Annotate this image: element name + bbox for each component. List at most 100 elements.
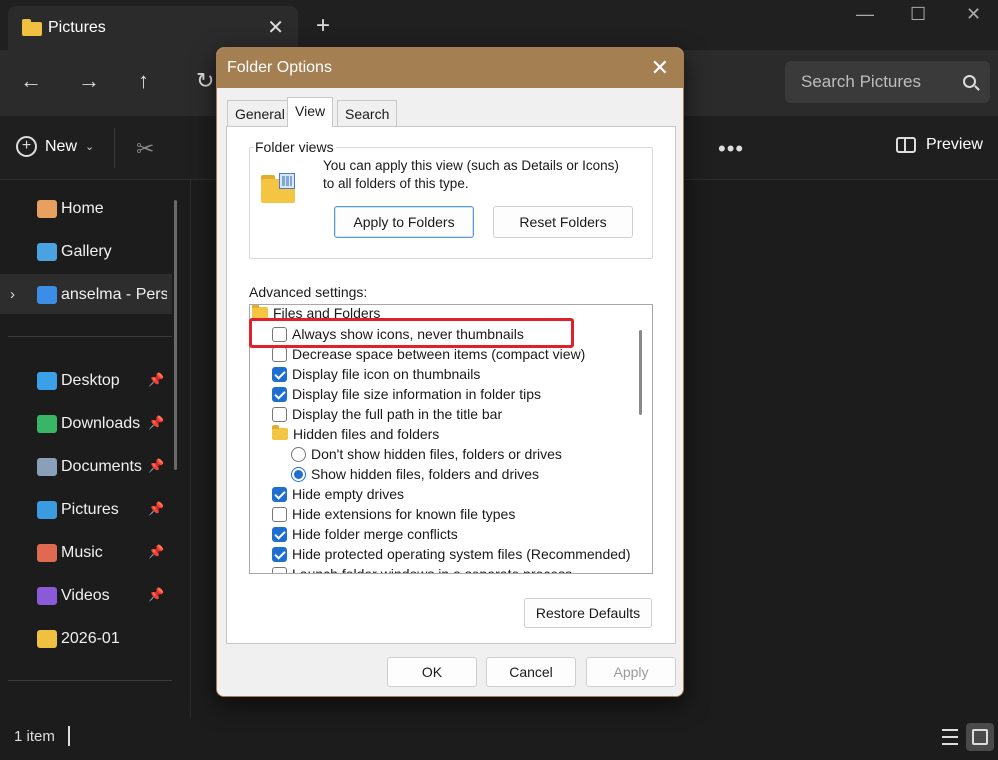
forward-arrow-icon[interactable]: →: [78, 68, 100, 94]
list-item-label: Always show icons, never thumbnails: [292, 326, 524, 342]
sidebar-item-gallery[interactable]: Gallery: [0, 231, 172, 273]
preview-label: Preview: [926, 136, 983, 153]
radio-dont-show-hidden[interactable]: Don't show hidden files, folders or driv…: [291, 444, 562, 464]
sidebar-item-onedrive[interactable]: › anselma - Perso: [0, 274, 172, 314]
folder-options-dialog: Folder Options ✕ General View Search Fol…: [216, 47, 684, 697]
pin-icon: 📌: [148, 587, 165, 602]
checkbox-hide-merge-conflicts[interactable]: Hide folder merge conflicts: [272, 524, 458, 544]
apply-button[interactable]: Apply: [586, 657, 676, 687]
pin-icon: 📌: [148, 372, 165, 387]
sidebar-item-home[interactable]: Home: [0, 188, 172, 230]
home-icon: [37, 200, 57, 218]
checkbox-full-path[interactable]: Display the full path in the title bar: [272, 404, 502, 424]
list-item-label: Don't show hidden files, folders or driv…: [311, 446, 562, 462]
cut-icon[interactable]: ✂: [136, 136, 154, 162]
checkbox-hide-extensions[interactable]: Hide extensions for known file types: [272, 504, 515, 524]
sidebar-item-downloads[interactable]: Downloads 📌: [0, 403, 172, 445]
cancel-button[interactable]: Cancel: [486, 657, 576, 687]
sidebar-item-2026-01[interactable]: 2026-01: [0, 618, 172, 660]
checkbox[interactable]: [272, 486, 287, 502]
apply-to-folders-button[interactable]: Apply to Folders: [334, 206, 474, 238]
sidebar-item-desktop[interactable]: Desktop 📌: [0, 360, 172, 402]
folder-icon: [22, 19, 42, 36]
tab-view[interactable]: View: [287, 97, 334, 127]
checkbox[interactable]: [272, 506, 287, 522]
checkbox[interactable]: [272, 386, 287, 402]
maximize-button[interactable]: ☐: [910, 4, 926, 25]
music-icon: [37, 544, 57, 562]
list-item-label: Display file icon on thumbnails: [292, 366, 481, 382]
checkbox[interactable]: [272, 366, 287, 382]
tab-pictures[interactable]: Pictures ✕: [8, 6, 298, 50]
list-item-label: Hide empty drives: [292, 486, 405, 502]
chevron-down-icon: ⌄: [85, 141, 95, 153]
checkbox[interactable]: [272, 346, 287, 362]
tab-search[interactable]: Search: [337, 100, 398, 126]
tab-general[interactable]: General: [227, 100, 293, 126]
checkbox-file-size-info[interactable]: Display file size information in folder …: [272, 384, 541, 404]
list-scrollbar[interactable]: [639, 330, 642, 415]
sidebar-divider: [8, 680, 172, 681]
checkbox[interactable]: [272, 526, 287, 542]
checkbox[interactable]: [272, 406, 287, 422]
reset-folders-button[interactable]: Reset Folders: [493, 206, 633, 238]
downloads-icon: [37, 415, 57, 433]
pin-icon: 📌: [148, 415, 165, 430]
checkbox[interactable]: [272, 326, 287, 342]
checkbox-hide-empty-drives[interactable]: Hide empty drives: [272, 484, 404, 504]
list-item-label: Hidden files and folders: [293, 426, 440, 442]
list-item: Hidden files and folders: [272, 424, 439, 444]
dialog-title: Folder Options: [227, 59, 332, 76]
search-input[interactable]: Search Pictures: [785, 61, 990, 103]
preview-button[interactable]: Preview: [896, 136, 983, 154]
folder-view-icon: [261, 173, 297, 203]
details-view-button[interactable]: [936, 723, 964, 751]
toolbar-divider: [114, 128, 115, 168]
advanced-settings-list[interactable]: Files and Folders Always show icons, nev…: [249, 304, 653, 574]
new-button[interactable]: + New ⌄: [16, 136, 94, 157]
up-arrow-icon[interactable]: ↑: [138, 68, 149, 94]
list-item-label: Hide folder merge conflicts: [292, 526, 458, 542]
refresh-icon[interactable]: ↻: [196, 68, 214, 94]
large-icons-view-button[interactable]: [966, 723, 994, 751]
sidebar-divider: [8, 336, 172, 337]
documents-icon: [37, 458, 57, 476]
checkbox-hide-protected-files[interactable]: Hide protected operating system files (R…: [272, 544, 631, 564]
tab-close-icon[interactable]: ✕: [267, 15, 284, 40]
more-options-button[interactable]: •••: [718, 136, 744, 162]
checkbox[interactable]: [272, 566, 287, 573]
new-tab-button[interactable]: +: [316, 12, 330, 40]
checkbox-always-show-icons[interactable]: Always show icons, never thumbnails: [272, 324, 524, 344]
dialog-close-icon[interactable]: ✕: [651, 55, 669, 81]
pin-icon: 📌: [148, 458, 165, 473]
window-close-button[interactable]: ✕: [966, 4, 981, 25]
list-item-label: Files and Folders: [273, 305, 381, 321]
minimize-button[interactable]: —: [856, 4, 874, 25]
ok-button[interactable]: OK: [387, 657, 477, 687]
sidebar-item-documents[interactable]: Documents 📌: [0, 446, 172, 488]
pin-icon: 📌: [148, 544, 165, 559]
sidebar-item-videos[interactable]: Videos 📌: [0, 575, 172, 617]
radio-button[interactable]: [291, 466, 306, 482]
checkbox[interactable]: [272, 546, 287, 562]
checkbox-launch-separate-process[interactable]: Launch folder windows in a separate proc…: [272, 564, 572, 573]
sidebar-item-music[interactable]: Music 📌: [0, 532, 172, 574]
checkbox-compact-view[interactable]: Decrease space between items (compact vi…: [272, 344, 585, 364]
checkbox-file-icon-thumbnails[interactable]: Display file icon on thumbnails: [272, 364, 480, 384]
sidebar-item-label: Gallery: [61, 243, 112, 260]
back-arrow-icon[interactable]: ←: [20, 68, 42, 94]
onedrive-icon: [37, 286, 57, 304]
restore-defaults-button[interactable]: Restore Defaults: [524, 598, 652, 628]
item-count: 1 item: [14, 728, 55, 745]
sidebar-scrollbar[interactable]: [174, 200, 177, 470]
sidebar-item-pictures[interactable]: Pictures 📌: [0, 489, 172, 531]
status-divider: [68, 726, 70, 746]
list-item-label: Show hidden files, folders and drives: [311, 466, 540, 482]
desktop-icon: [37, 372, 57, 390]
radio-button[interactable]: [291, 446, 306, 462]
folder-icon: [272, 425, 288, 440]
sidebar-item-label: 2026-01: [61, 630, 120, 647]
new-label: New: [45, 137, 78, 155]
expand-chevron-icon[interactable]: ›: [10, 286, 15, 303]
radio-show-hidden[interactable]: Show hidden files, folders and drives: [291, 464, 539, 484]
